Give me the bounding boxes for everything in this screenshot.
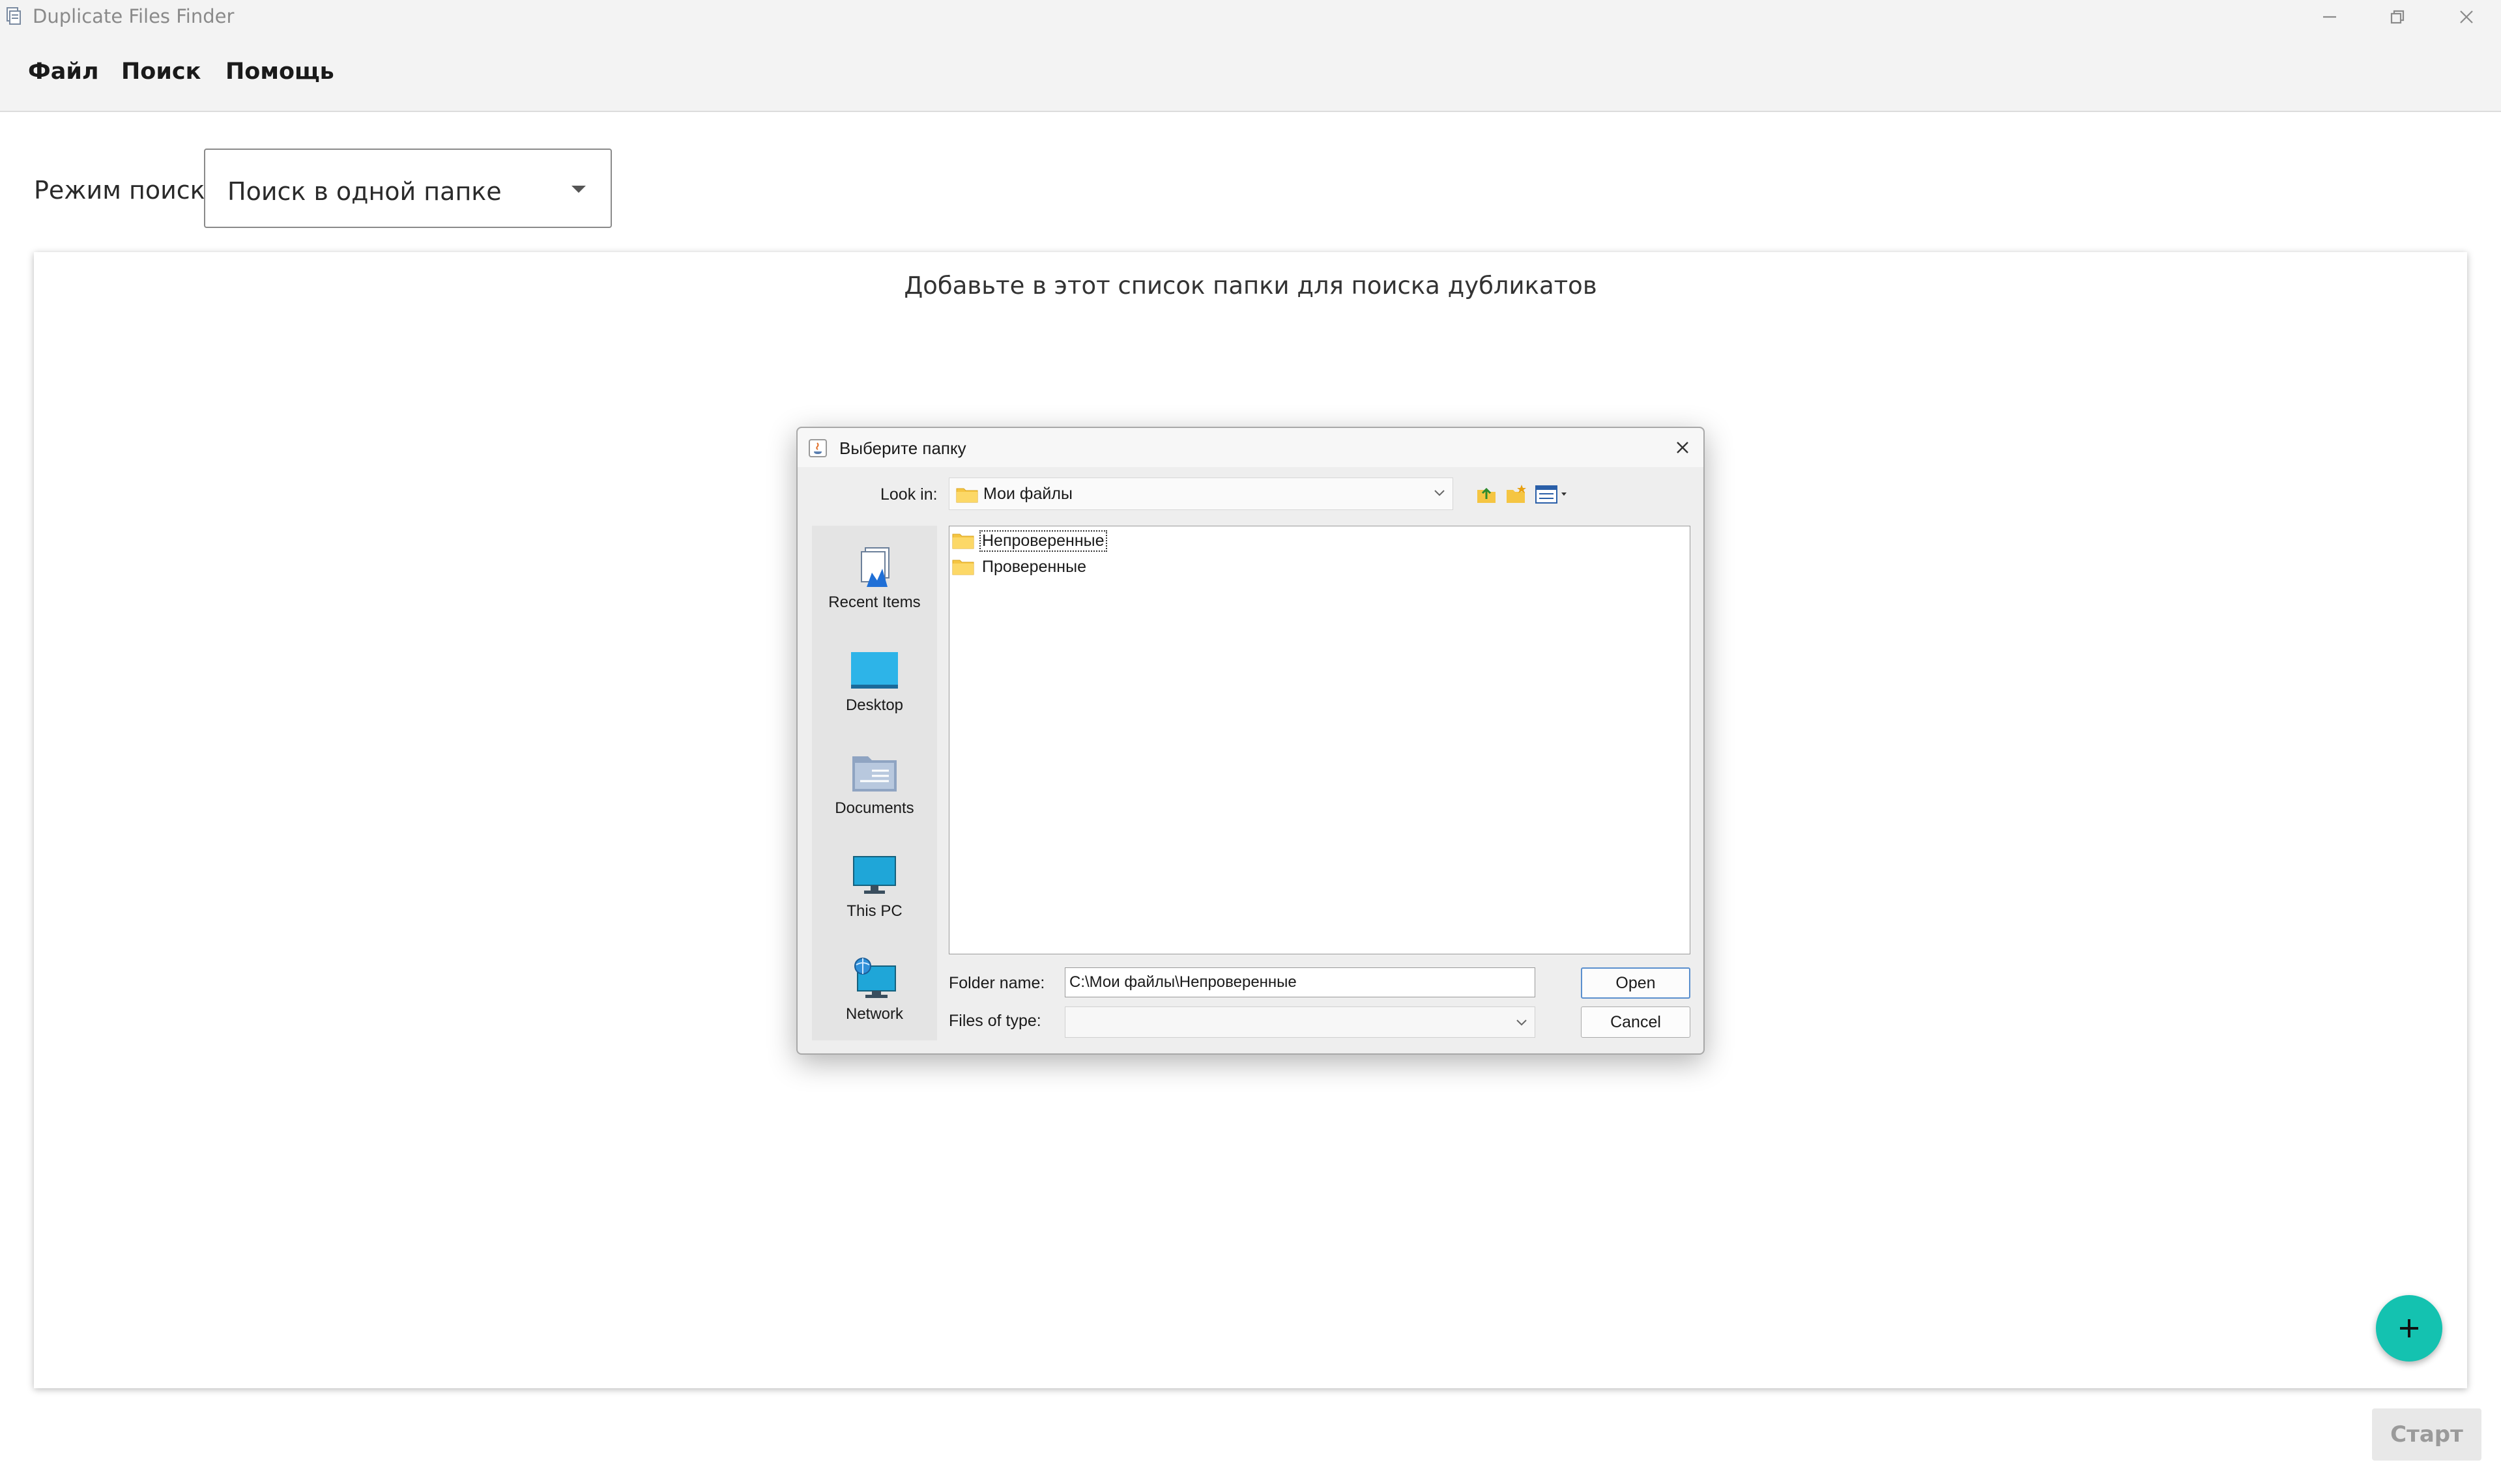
chevron-down-icon — [1516, 1020, 1527, 1026]
list-item[interactable]: Непроверенные — [952, 529, 1107, 552]
place-recent-items[interactable]: Recent Items — [812, 532, 937, 630]
new-folder-icon — [1507, 485, 1526, 503]
file-name: Проверенные — [982, 557, 1086, 576]
place-desktop[interactable]: Desktop — [812, 635, 937, 733]
add-folder-button[interactable] — [2376, 1295, 2442, 1362]
folder-icon — [956, 488, 978, 503]
up-one-level-button[interactable] — [1473, 480, 1500, 507]
files-of-type-combo[interactable] — [1065, 1006, 1535, 1038]
cancel-button[interactable]: Cancel — [1581, 1006, 1690, 1038]
files-of-type-label: Files of type: — [949, 1012, 1041, 1030]
menu-help[interactable]: Помощь — [225, 59, 334, 85]
look-in-label: Look in: — [880, 485, 938, 504]
restore-button[interactable] — [2362, 0, 2433, 34]
this-pc-icon — [853, 856, 896, 894]
place-label: Recent Items — [828, 593, 921, 611]
restore-icon — [2390, 10, 2405, 24]
plus-icon — [2400, 1319, 2418, 1337]
dialog-title-bar: Выберите папку — [798, 428, 1703, 467]
search-mode-label: Режим поиска: — [34, 176, 229, 205]
dropdown-caret-icon — [571, 186, 586, 193]
app-icon — [7, 7, 21, 25]
network-icon — [854, 958, 896, 998]
list-item[interactable]: Проверенные — [952, 555, 1088, 578]
file-list[interactable]: Непроверенные Проверенные — [949, 526, 1690, 954]
dialog-close-icon[interactable] — [1672, 437, 1693, 458]
folder-list-hint: Добавьте в этот список папки для поиска … — [904, 272, 1597, 300]
dialog-title: Выберите папку — [839, 438, 966, 458]
look-in-value: Мои файлы — [983, 485, 1073, 503]
search-mode-value: Поиск в одной папке — [227, 177, 502, 206]
list-view-icon — [1535, 485, 1567, 504]
up-folder-icon — [1477, 487, 1496, 503]
close-icon — [2460, 10, 2473, 23]
minimize-icon — [2323, 16, 2336, 18]
window-title: Duplicate Files Finder — [33, 5, 235, 27]
menu-search[interactable]: Поиск — [121, 59, 201, 85]
place-label: Desktop — [845, 696, 904, 714]
java-icon — [809, 439, 827, 457]
recent-items-icon — [861, 547, 889, 587]
open-button[interactable]: Open — [1581, 967, 1690, 999]
folder-name-input[interactable] — [1065, 967, 1535, 997]
minimize-button[interactable] — [2294, 0, 2365, 34]
place-this-pc[interactable]: This PC — [812, 841, 937, 939]
folder-icon — [952, 560, 974, 575]
place-label: Network — [845, 1005, 904, 1023]
choose-folder-dialog: Выберите папку Look in: Мои файлы Recent… — [796, 427, 1705, 1055]
view-menu-button[interactable] — [1533, 480, 1572, 507]
new-folder-button[interactable] — [1503, 480, 1530, 507]
place-label: This PC — [846, 902, 903, 920]
folder-name-label: Folder name: — [949, 974, 1045, 992]
place-network[interactable]: Network — [812, 944, 937, 1042]
folder-icon — [952, 534, 974, 549]
places-sidebar: Recent Items Desktop Documents This PC N… — [812, 526, 937, 1040]
search-mode-select[interactable]: Поиск в одной папке — [204, 149, 612, 228]
look-in-combo[interactable]: Мои файлы — [949, 478, 1453, 510]
title-bar: Duplicate Files Finder — [0, 0, 2501, 34]
place-documents[interactable]: Documents — [812, 738, 937, 836]
documents-icon — [852, 756, 897, 792]
desktop-icon — [851, 652, 898, 689]
menu-bar: Файл Поиск Помощь — [0, 34, 2501, 112]
close-window-button[interactable] — [2431, 0, 2501, 34]
file-name: Непроверенные — [979, 530, 1107, 552]
menu-file[interactable]: Файл — [28, 59, 99, 85]
place-label: Documents — [835, 799, 914, 817]
chevron-down-icon — [1434, 490, 1445, 496]
start-button[interactable]: Старт — [2372, 1408, 2481, 1461]
